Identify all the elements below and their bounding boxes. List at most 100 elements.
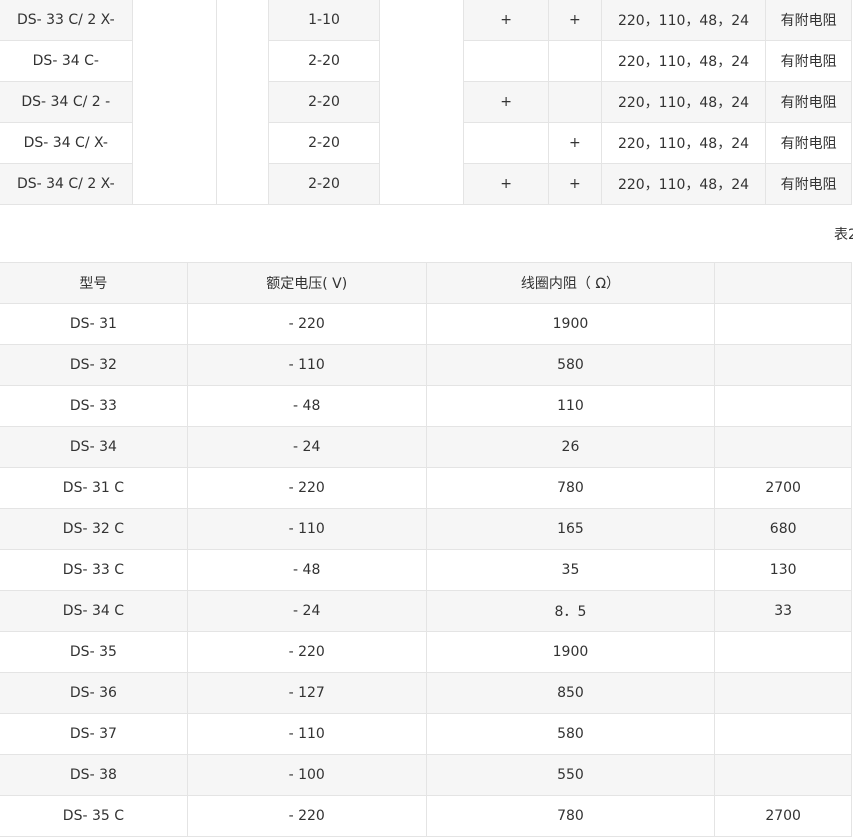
table-row: DS- 35- 220 1900	[0, 631, 852, 673]
range-cell: 2-20	[267, 81, 381, 123]
resistance-cell: 1900	[425, 631, 716, 673]
table-header-row: 型号 额定电压( V) 线圈内阻（ Ω）	[0, 262, 852, 304]
extra-cell	[714, 385, 852, 427]
resistance-cell: 780	[425, 795, 716, 837]
resistance-cell: 1900	[425, 303, 716, 345]
voltage-cell: - 100	[186, 754, 427, 796]
voltage-cell: - 48	[186, 385, 427, 427]
resistance-cell: 850	[425, 672, 716, 714]
model-cell: DS- 34 C/ 2 X-	[0, 163, 133, 205]
model-cell: DS- 33 C	[0, 549, 188, 591]
resistance-cell: 8．5	[425, 590, 716, 632]
extra-cell	[714, 426, 852, 468]
contact-cell: +	[463, 0, 550, 41]
note-cell: 有附电阻	[765, 40, 852, 82]
model-cell: DS- 32 C	[0, 508, 188, 550]
model-cell: DS- 34 C/ X-	[0, 122, 133, 164]
voltage-cell: - 127	[186, 672, 427, 714]
extra-cell: 130	[714, 549, 852, 591]
model-cell: DS- 32	[0, 344, 188, 386]
extra-cell	[714, 344, 852, 386]
table-row: DS- 32- 110 580	[0, 344, 852, 386]
spec-table-continued: DS- 33 C/ 2 X- 1-10 + + 220，110，48，24 有附…	[0, 0, 852, 205]
table-row: DS- 37- 110 580	[0, 713, 852, 755]
voltage-cell: 220，110，48，24	[600, 0, 767, 41]
header-rated-voltage: 额定电压( V)	[186, 262, 427, 304]
range-cell: 2-20	[267, 163, 381, 205]
voltage-cell: 220，110，48，24	[600, 40, 767, 82]
table-row: DS- 33 C/ 2 X- 1-10 + + 220，110，48，24 有附…	[0, 0, 852, 205]
voltage-cell: - 220	[186, 467, 427, 509]
extra-cell: 2700	[714, 467, 852, 509]
model-cell: DS- 34	[0, 426, 188, 468]
extra-cell	[714, 631, 852, 673]
voltage-cell: 220，110，48，24	[600, 122, 767, 164]
table-caption: 表2	[834, 227, 853, 243]
range-cell: 1-10	[267, 0, 381, 41]
table-row: DS- 38- 100 550	[0, 754, 852, 796]
note-cell: 有附电阻	[765, 81, 852, 123]
coil-resistance-table: 型号 额定电压( V) 线圈内阻（ Ω） DS- 31- 220 1900 DS- …	[0, 262, 852, 837]
contact-cell: +	[548, 0, 602, 41]
resistance-cell: 780	[425, 467, 716, 509]
model-cell: DS- 31 C	[0, 467, 188, 509]
resistance-cell: 165	[425, 508, 716, 550]
contact-cell	[548, 81, 602, 123]
voltage-cell: - 110	[186, 508, 427, 550]
contact-cell: +	[548, 122, 602, 164]
model-cell: DS- 33 C/ 2 X-	[0, 0, 133, 41]
contact-cell	[548, 40, 602, 82]
model-cell: DS- 36	[0, 672, 188, 714]
resistance-cell: 35	[425, 549, 716, 591]
resistance-cell: 26	[425, 426, 716, 468]
model-cell: DS- 34 C	[0, 590, 188, 632]
contact-cell	[463, 122, 550, 164]
range-cell: 2-20	[267, 40, 381, 82]
table-row: DS- 33 C- 48 35 130	[0, 549, 852, 591]
extra-cell: 680	[714, 508, 852, 550]
merged-cell	[379, 0, 465, 205]
voltage-cell: - 110	[186, 344, 427, 386]
voltage-cell: - 48	[186, 549, 427, 591]
header-model: 型号	[0, 262, 188, 304]
voltage-cell: - 110	[186, 713, 427, 755]
note-cell: 有附电阻	[765, 163, 852, 205]
model-cell: DS- 38	[0, 754, 188, 796]
voltage-cell: - 24	[186, 426, 427, 468]
contact-cell: +	[548, 163, 602, 205]
model-cell: DS- 37	[0, 713, 188, 755]
range-cell: 2-20	[267, 122, 381, 164]
model-cell: DS- 35 C	[0, 795, 188, 837]
table-row: DS- 31- 220 1900	[0, 303, 852, 345]
table-row: DS- 34 C- 24 8．5 33	[0, 590, 852, 632]
table-row: DS- 36- 127 850	[0, 672, 852, 714]
model-cell: DS- 31	[0, 303, 188, 345]
extra-cell	[714, 754, 852, 796]
voltage-cell: 220，110，48，24	[600, 81, 767, 123]
model-cell: DS- 34 C-	[0, 40, 133, 82]
table-row: DS- 34- 24 26	[0, 426, 852, 468]
voltage-cell: - 24	[186, 590, 427, 632]
model-cell: DS- 33	[0, 385, 188, 427]
voltage-cell: 220，110，48，24	[600, 163, 767, 205]
table-row: DS- 31 C- 220 780 2700	[0, 467, 852, 509]
extra-cell	[714, 303, 852, 345]
voltage-cell: - 220	[186, 303, 427, 345]
voltage-cell: - 220	[186, 795, 427, 837]
contact-cell	[463, 40, 550, 82]
model-cell: DS- 35	[0, 631, 188, 673]
table-row: DS- 32 C- 110 165 680	[0, 508, 852, 550]
table-row: DS- 35 C- 220 780 2700	[0, 795, 852, 837]
voltage-cell: - 220	[186, 631, 427, 673]
resistance-cell: 550	[425, 754, 716, 796]
model-cell: DS- 34 C/ 2 -	[0, 81, 133, 123]
resistance-cell: 110	[425, 385, 716, 427]
extra-cell	[714, 713, 852, 755]
header-coil-resistance: 线圈内阻（ Ω）	[425, 262, 716, 304]
note-cell: 有附电阻	[765, 122, 852, 164]
table-row: DS- 33- 48 110	[0, 385, 852, 427]
extra-cell: 2700	[714, 795, 852, 837]
note-cell: 有附电阻	[765, 0, 852, 41]
merged-cell	[131, 0, 217, 205]
header-extra	[714, 262, 852, 304]
